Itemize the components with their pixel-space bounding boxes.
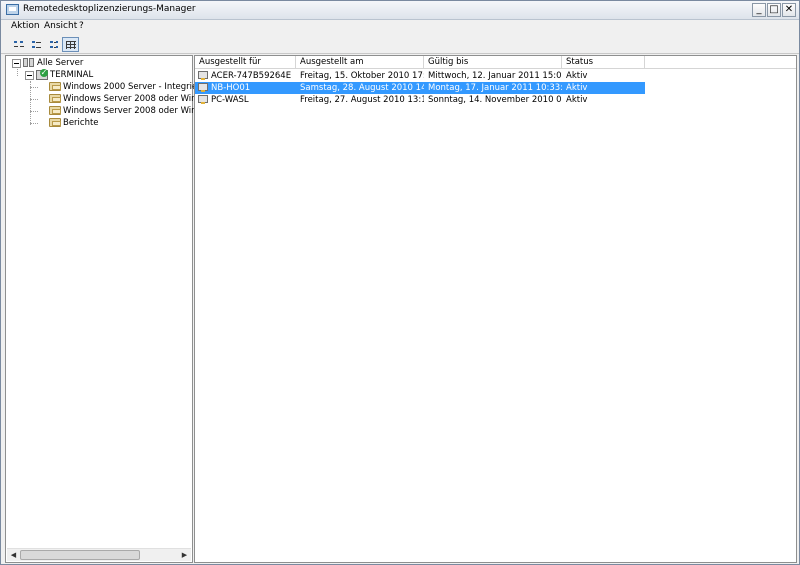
computer-icon (198, 71, 208, 80)
column-header-valid-until[interactable]: Gültig bis (424, 56, 562, 69)
computer-icon (198, 83, 208, 92)
tree-node-license-pack[interactable]: Windows Server 2008 oder Windows (6, 105, 219, 117)
cell-issued-on: Freitag, 15. Oktober 2010 17:31:07 (300, 71, 424, 81)
collapse-icon[interactable] (12, 59, 21, 68)
column-header-status[interactable]: Status (562, 56, 645, 69)
cell-text: NB-HO01 (211, 83, 251, 93)
servers-icon (23, 58, 36, 68)
window-title: Remotedesktoplizenzierungs-Manager (23, 4, 196, 14)
maximize-button[interactable]: □ (767, 3, 781, 17)
cell-issued-on: Samstag, 28. August 2010 14:30:35 (296, 82, 424, 94)
license-list[interactable]: Ausgestellt für Ausgestellt am Gültig bi… (194, 55, 797, 563)
license-folder-icon (49, 82, 61, 91)
cell-status: Aktiv (562, 82, 645, 94)
license-folder-icon (49, 106, 61, 115)
table-row-selected[interactable]: NB-HO01 Samstag, 28. August 2010 14:30:3… (195, 82, 796, 94)
tree-node-license-pack[interactable]: Windows Server 2008 oder Windows (6, 93, 219, 105)
menu-ansicht[interactable]: Ansicht (44, 21, 77, 31)
list-view-button[interactable] (46, 37, 63, 52)
scroll-left-icon[interactable]: ◀ (8, 550, 19, 561)
cell-issued-to: PC-WASL (195, 94, 296, 106)
cell-text: ACER-747B59264E (211, 71, 292, 81)
close-button[interactable]: ✕ (782, 3, 796, 17)
tree-node-terminal[interactable]: TERMINAL (6, 69, 192, 81)
tree-node-reports[interactable]: Berichte (6, 117, 192, 129)
details-view-button[interactable] (62, 37, 79, 52)
app-window: Remotedesktoplizenzierungs-Manager _ □ ✕… (0, 0, 800, 565)
reports-folder-icon (49, 118, 61, 127)
cell-valid-until: Montag, 17. Januar 2011 10:33:25 (424, 82, 562, 94)
details-view-icon (66, 41, 76, 49)
menu-bar: Aktion Ansicht ? (1, 20, 799, 35)
toolbar (1, 35, 799, 54)
cell-issued-to: NB-HO01 (195, 82, 296, 94)
scrollbar-thumb[interactable] (20, 550, 140, 560)
title-bar[interactable]: Remotedesktoplizenzierungs-Manager _ □ ✕ (1, 1, 799, 20)
app-icon (6, 4, 19, 15)
scroll-right-icon[interactable]: ▶ (179, 550, 190, 561)
server-activated-icon (36, 69, 48, 80)
cell-issued-to: ACER-747B59264E (195, 70, 296, 82)
minimize-button[interactable]: _ (752, 3, 766, 17)
large-icons-view-button[interactable] (10, 37, 27, 52)
table-row[interactable]: PC-WASL Freitag, 27. August 2010 13:19:2… (195, 94, 796, 106)
cell-text: PC-WASL (211, 95, 249, 105)
tree-label: Berichte (63, 118, 99, 128)
tree-label: TERMINAL (50, 70, 94, 80)
large-icons-view-icon (14, 41, 24, 49)
column-header-issued-on[interactable]: Ausgestellt am (296, 56, 424, 69)
column-header-issued-to[interactable]: Ausgestellt für (195, 56, 296, 69)
cell-status: Aktiv (566, 95, 588, 105)
list-header: Ausgestellt für Ausgestellt am Gültig bi… (195, 56, 796, 69)
cell-issued-on: Freitag, 27. August 2010 13:19:29 (300, 95, 424, 105)
server-tree[interactable]: Alle Server TERMINAL Windows 2000 Server… (5, 55, 221, 563)
computer-icon (198, 95, 208, 104)
tree-horizontal-scrollbar[interactable]: ◀ ▶ (7, 548, 191, 561)
table-row[interactable]: ACER-747B59264E Freitag, 15. Oktober 201… (195, 70, 796, 82)
list-view-icon (50, 41, 60, 49)
menu-help[interactable]: ? (79, 21, 84, 31)
tree-node-all-servers[interactable]: Alle Server (6, 57, 192, 69)
cell-valid-until: Mittwoch, 12. Januar 2011 15:06:01 (428, 71, 562, 81)
license-folder-icon (49, 94, 61, 103)
cell-valid-until: Sonntag, 14. November 2010 05:27:34 (428, 95, 562, 105)
tree-node-license-pack[interactable]: Windows 2000 Server - Integrierte Te (6, 81, 221, 93)
menu-aktion[interactable]: Aktion (11, 21, 40, 31)
collapse-icon[interactable] (25, 71, 34, 80)
small-icons-view-icon (32, 41, 42, 49)
cell-status: Aktiv (566, 71, 588, 81)
small-icons-view-button[interactable] (28, 37, 45, 52)
